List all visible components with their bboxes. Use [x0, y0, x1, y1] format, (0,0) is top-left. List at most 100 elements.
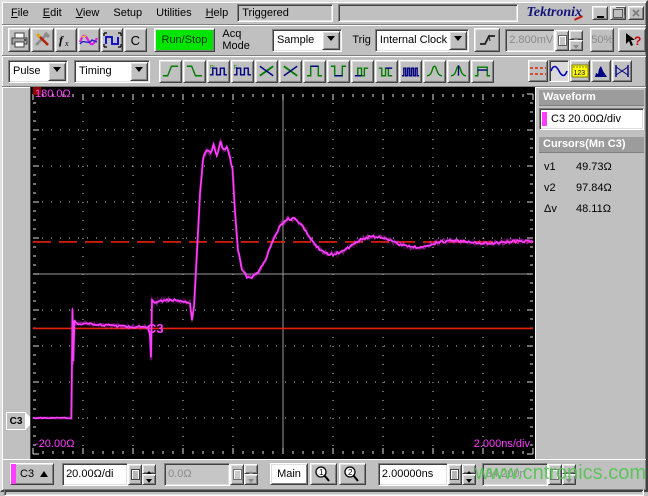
timebase-spinner [461, 463, 476, 485]
tools-button[interactable] [31, 28, 54, 52]
timebase-field[interactable]: 2.00000ns [377, 462, 448, 486]
trace-label: C3 [147, 321, 164, 336]
timebase-down-button[interactable] [461, 474, 476, 485]
delay-down-button[interactable] [561, 474, 576, 485]
trig-source-select[interactable]: Internal Clock [374, 28, 470, 52]
vertical-scale-up-button[interactable] [142, 463, 157, 474]
restore-button[interactable] [610, 6, 626, 20]
delay-up-button[interactable] [561, 463, 576, 474]
acq-mode-dropdown-icon[interactable] [322, 30, 341, 50]
vertical-scale-spinner [142, 463, 157, 485]
waveform-display-button[interactable] [549, 60, 569, 82]
scope-graticule[interactable] [31, 87, 535, 459]
delay-keypad-button[interactable] [547, 463, 562, 485]
menu-utilities[interactable]: Utilities [149, 4, 198, 22]
formula-button[interactable]: f x [54, 28, 77, 52]
measurement-icon: 123 [571, 64, 589, 78]
mag1-button[interactable]: 1 [309, 463, 337, 485]
edge-rise-button[interactable] [159, 59, 182, 83]
trig-level-down-button[interactable] [569, 40, 584, 51]
context-help-button[interactable]: ? [618, 28, 647, 52]
title-bar: File Edit View Setup Utilities Help Triggered… [2, 2, 646, 25]
menu-view[interactable]: View [69, 4, 107, 22]
histogram-button[interactable] [591, 60, 611, 82]
edge-fall-button[interactable] [183, 59, 206, 83]
menu-help[interactable]: Help [199, 4, 236, 22]
mag2-button[interactable]: 2 [338, 463, 366, 485]
trig-level-keypad-button[interactable] [555, 29, 570, 51]
trig-level-up-button[interactable] [569, 29, 584, 40]
vertical-offset-up-button[interactable] [244, 463, 259, 474]
waveform-list-item[interactable]: C3 20.00Ω/div [539, 108, 644, 130]
close-button[interactable] [628, 6, 644, 20]
channel-select-button[interactable]: C3 [10, 463, 55, 485]
minimize-button[interactable] [592, 6, 608, 20]
cursor-readout-Δv: Δv 48.11Ω [544, 202, 611, 215]
trig-dropdown-icon[interactable] [449, 30, 468, 50]
pulse-flat-top-button[interactable] [471, 59, 494, 83]
position-percent-button[interactable]: 50% [590, 28, 615, 52]
scope-display[interactable]: 180.0Ω -20.00Ω 2.000ns/div C3 [30, 87, 535, 459]
pulse-train-f-button[interactable]: F [231, 59, 254, 83]
burst-button[interactable] [399, 59, 422, 83]
main-timebase-button[interactable]: Main [270, 463, 308, 485]
keypad-icon [130, 468, 140, 480]
vertical-offset-field[interactable]: 0.0Ω [164, 462, 231, 486]
signal-type-dropdown-icon[interactable] [48, 61, 66, 81]
cross-fall-icon [283, 65, 298, 77]
trig-slope-button[interactable] [474, 28, 501, 52]
pulse-fall-step-button[interactable] [375, 59, 398, 83]
signal-type-value: Pulse [13, 65, 41, 77]
signal-type-select[interactable]: Pulse [8, 59, 68, 83]
pulse-rise-step-button[interactable] [351, 59, 374, 83]
menu-setup[interactable]: Setup [106, 4, 149, 22]
tektronix-logo-text: Tektronix [526, 5, 583, 20]
vertical-scale-field[interactable]: 20.00Ω/di [62, 462, 129, 486]
clear-button[interactable]: C [124, 28, 147, 52]
svg-text:x: x [64, 39, 69, 48]
vertical-offset-keypad-button[interactable] [230, 463, 245, 485]
vertical-scale-down-button[interactable] [142, 474, 157, 485]
acq-mode-select[interactable]: Sample [271, 28, 343, 52]
peak-tagged-icon [450, 65, 467, 77]
svg-text:?: ? [634, 34, 641, 48]
vertical-offset-down-button[interactable] [244, 474, 259, 485]
cursor-readouts: v1 49.73Ω v2 97.84Ω Δv 48.11Ω [539, 153, 644, 219]
bottom-control-bar: C3 20.00Ω/di 0.0Ω Main 1 2 2.00000ns 34.… [2, 459, 646, 488]
peak-tagged-button[interactable] [447, 59, 470, 83]
svg-text:f: f [59, 33, 64, 47]
menu-file[interactable]: File [4, 4, 36, 22]
vertical-offset-value: 0.0Ω [168, 468, 192, 480]
pulse-edit-button[interactable] [101, 28, 124, 52]
timebase-up-button[interactable] [461, 463, 476, 474]
measurement-button[interactable]: 123 [570, 60, 590, 82]
cursors-button[interactable] [528, 60, 548, 82]
delay-value: 34.200n [485, 468, 526, 480]
run-stop-button[interactable]: Run/Stop [153, 28, 216, 52]
channel-menu-up-icon [40, 467, 49, 477]
pulse-fall-step-icon [378, 67, 393, 77]
eye-diagram-button[interactable] [612, 60, 632, 82]
waveform-edit-button[interactable] [77, 28, 100, 52]
cross-fall-button[interactable] [279, 59, 302, 83]
status-strip [4, 489, 644, 496]
print-button[interactable] [8, 28, 31, 52]
vertical-scale-keypad-button[interactable] [128, 463, 143, 485]
pulse-positive-button[interactable] [303, 59, 326, 83]
measure-class-select[interactable]: Timing [74, 59, 150, 83]
measure-class-dropdown-icon[interactable] [130, 61, 148, 81]
cross-rise-button[interactable] [255, 59, 278, 83]
pulse-train-p-button[interactable]: P [207, 59, 230, 83]
trig-level-field[interactable]: 2.800mV [505, 28, 556, 52]
delay-field[interactable]: 34.200n [481, 462, 548, 486]
timebase-keypad-button[interactable] [447, 463, 462, 485]
eye-diagram-icon [615, 65, 629, 77]
cursor-readout-v2: v2 97.84Ω [544, 181, 612, 194]
channel-marker-label: C3 [6, 412, 26, 430]
peak-positive-button[interactable] [423, 59, 446, 83]
trig-level-value: 2.800mV [509, 34, 554, 46]
menu-edit[interactable]: Edit [36, 4, 69, 22]
svg-text:F: F [234, 65, 238, 71]
pulse-negative-button[interactable] [327, 59, 350, 83]
status-box-empty [338, 4, 518, 22]
